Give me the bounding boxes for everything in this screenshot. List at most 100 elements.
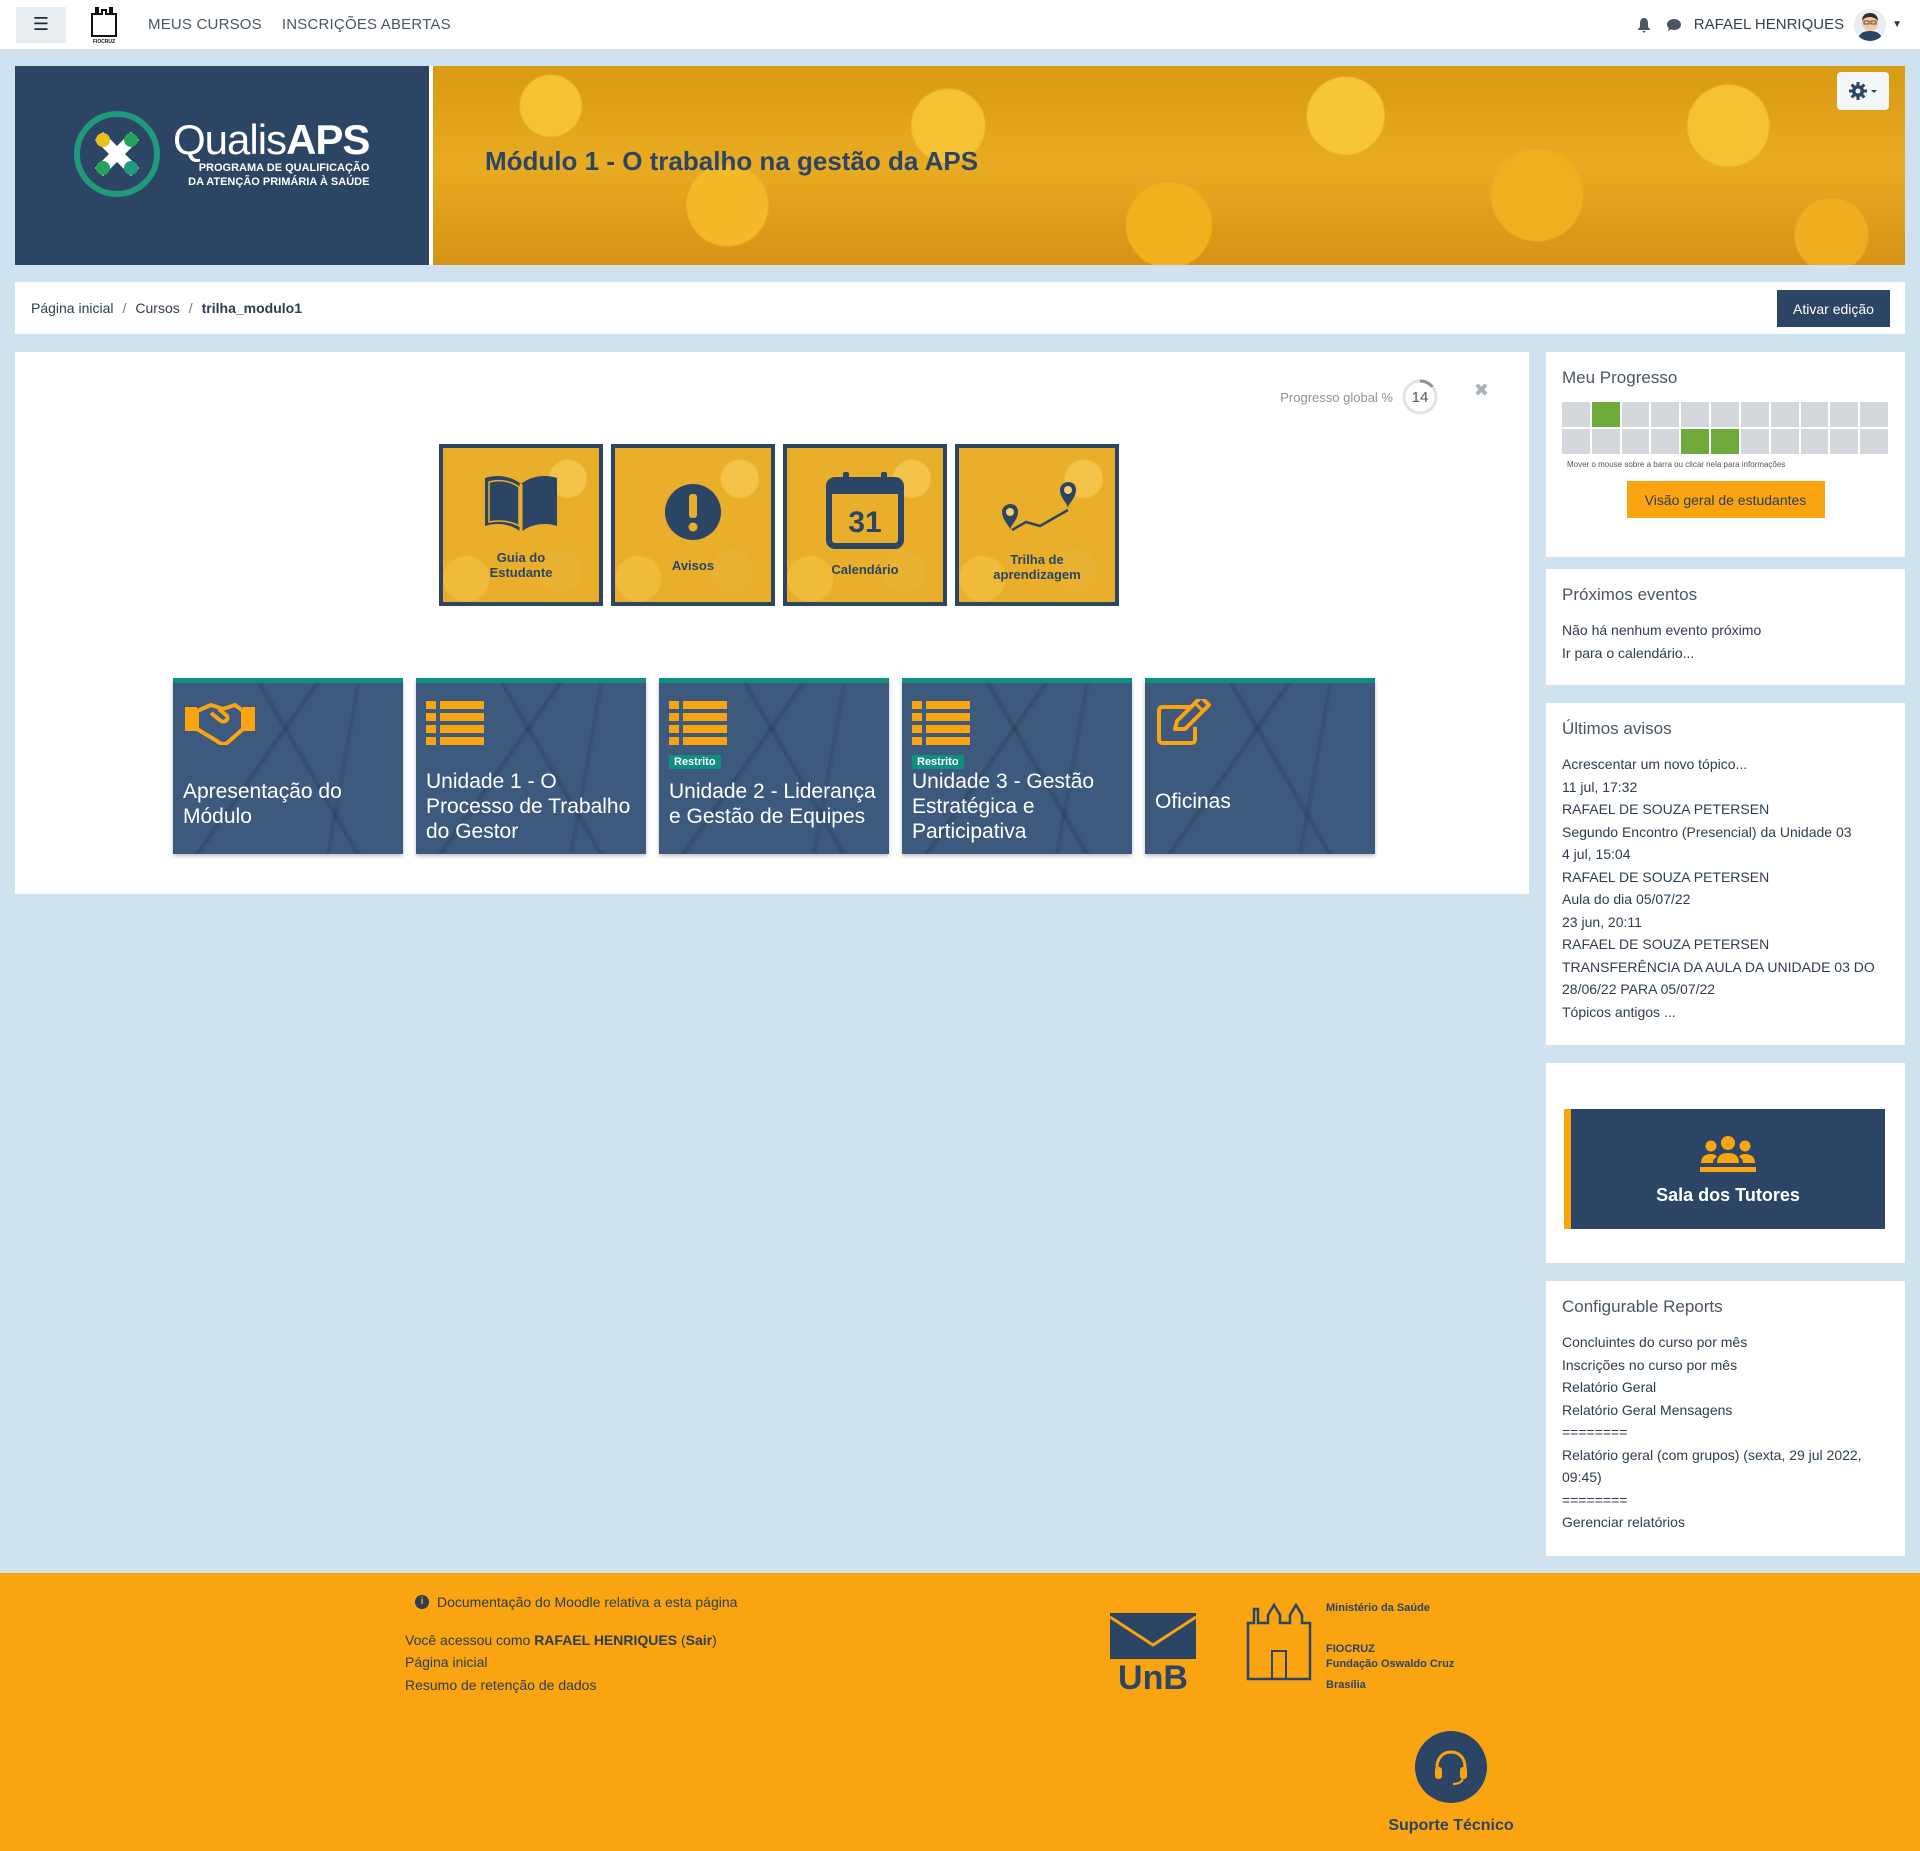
course-title: Módulo 1 - O trabalho na gestão da APS [485, 146, 979, 176]
fiocruz-logo[interactable]: FIOCRUZ [86, 4, 122, 46]
list-icon [426, 701, 484, 745]
user-name[interactable]: RAFAEL HENRIQUES [1694, 16, 1844, 33]
progress-cell[interactable] [1860, 429, 1888, 454]
report-link[interactable]: Relatório Geral Mensagens [1562, 1399, 1889, 1422]
report-link[interactable]: Concluintes do curso por mês [1562, 1331, 1889, 1354]
breadcrumb-current-course[interactable]: trilha_modulo1 [202, 300, 302, 316]
progress-cell[interactable] [1800, 402, 1829, 427]
progress-cell[interactable] [1562, 402, 1590, 427]
progress-ring: 14 [1401, 378, 1439, 416]
footer-home-link[interactable]: Página inicial [405, 1651, 737, 1674]
technical-support-link[interactable]: Suporte Técnico [1386, 1731, 1516, 1835]
block-title: Próximos eventos [1562, 585, 1698, 604]
report-link[interactable]: Inscrições no curso por mês [1562, 1354, 1889, 1377]
progress-cell[interactable] [1770, 429, 1799, 454]
data-retention-link[interactable]: Resumo de retenção de dados [405, 1674, 737, 1697]
info-icon: i [415, 1595, 429, 1610]
progress-cell[interactable] [1711, 429, 1739, 454]
progress-cell[interactable] [1681, 402, 1710, 427]
older-topics-link[interactable]: Tópicos antigos ... [1562, 1001, 1889, 1024]
breadcrumb-courses[interactable]: Cursos [135, 300, 179, 316]
topic-card-unit-1[interactable]: Unidade 1 - O Processo de Trabalho do Ge… [416, 678, 646, 854]
alert-icon [665, 484, 721, 540]
progress-cell[interactable] [1562, 429, 1590, 454]
qualis-aps-logo: QualisAPS PROGRAMA DE QUALIFICAÇÃO DA AT… [73, 110, 370, 198]
progress-cell[interactable] [1830, 429, 1859, 454]
tutors-room-label: Sala dos Tutores [1656, 1184, 1800, 1205]
user-menu: RAFAEL HENRIQUES ▼ [1622, 8, 1902, 41]
progress-hint: Mover o mouse sobre a barra ou clicar ne… [1567, 460, 1786, 469]
breadcrumb-home[interactable]: Página inicial [31, 300, 114, 316]
nav-link-my-courses[interactable]: MEUS CURSOS [148, 16, 262, 33]
progress-bar[interactable] [1562, 402, 1888, 454]
progress-cell[interactable] [1800, 429, 1829, 454]
breadcrumb-separator: / [188, 300, 193, 316]
news-link[interactable]: Segundo Encontro (Presencial) da Unidade… [1562, 821, 1889, 844]
block-my-progress: Meu Progresso Mover o mouse sobre a barr… [1546, 352, 1905, 557]
avatar[interactable] [1854, 8, 1887, 41]
progress-cell[interactable] [1591, 402, 1620, 427]
progress-cell[interactable] [1651, 429, 1680, 454]
course-topics: Apresentação do Módulo Unidade 1 - O Pro… [173, 678, 1388, 854]
report-divider: ======== [1562, 1491, 1628, 1508]
topic-card-workshops[interactable]: Oficinas [1145, 678, 1375, 854]
student-overview-button[interactable]: Visão geral de estudantes [1626, 481, 1825, 518]
news-link[interactable]: TRANSFERÊNCIA DA AULA DA UNIDADE 03 DO 2… [1562, 956, 1889, 1001]
handshake-icon [185, 703, 255, 745]
block-latest-news: Últimos avisos Acrescentar um novo tópic… [1546, 703, 1905, 1045]
unb-logo: UnB [1108, 1611, 1198, 1698]
progress-cell[interactable] [1651, 402, 1680, 427]
news-link[interactable]: Aula do dia 05/07/22 [1562, 888, 1889, 911]
progress-cell[interactable] [1621, 402, 1650, 427]
topic-card-presentation[interactable]: Apresentação do Módulo [173, 678, 403, 854]
progress-cell[interactable] [1740, 429, 1769, 454]
calendar-link[interactable]: Ir para o calendário... [1562, 642, 1889, 665]
gear-icon [1849, 82, 1877, 100]
progress-cell[interactable] [1740, 402, 1769, 427]
progress-cell[interactable] [1830, 402, 1859, 427]
logged-in-info: Você acessou como RAFAEL HENRIQUES (Sair… [405, 1631, 717, 1648]
global-progress: Progresso global % 14 [1280, 378, 1439, 416]
top-navbar: ☰ FIOCRUZ MEUS CURSOS INSCRIÇÕES ABERTAS… [0, 0, 1920, 50]
tile-learning-path[interactable]: Trilha de aprendizagem [955, 444, 1119, 606]
tile-notices[interactable]: Avisos [611, 444, 775, 606]
manage-reports-link[interactable]: Gerenciar relatórios [1562, 1511, 1889, 1534]
bell-icon[interactable] [1636, 17, 1652, 33]
report-link[interactable]: Relatório geral (com grupos) (sexta, 29 … [1562, 1444, 1889, 1489]
logout-link[interactable]: Sair [686, 1632, 712, 1648]
no-events-text: Não há nenhum evento próximo [1562, 622, 1762, 638]
breadcrumb: Página inicial / Cursos / trilha_modulo1… [15, 282, 1905, 334]
settings-menu-button[interactable] [1837, 72, 1889, 110]
add-topic-link[interactable]: Acrescentar um novo tópico... [1562, 753, 1889, 776]
enable-editing-button[interactable]: Ativar edição [1777, 290, 1890, 327]
chevron-down-icon[interactable]: ▼ [1892, 19, 1902, 30]
calendar-number: 31 [848, 506, 881, 539]
progress-cell[interactable] [1621, 429, 1650, 454]
topic-card-unit-2[interactable]: Restrito Unidade 2 - Liderança e Gestão … [659, 678, 889, 854]
progress-cell[interactable] [1770, 402, 1799, 427]
headset-icon [1435, 1750, 1467, 1785]
tutors-room-button[interactable]: Sala dos Tutores [1564, 1109, 1885, 1229]
news-author: RAFAEL DE SOUZA PETERSEN [1562, 801, 1770, 817]
nav-link-open-enrollments[interactable]: INSCRIÇÕES ABERTAS [282, 16, 451, 33]
report-link[interactable]: Relatório Geral [1562, 1376, 1889, 1399]
close-icon[interactable]: ✖ [1474, 380, 1489, 401]
progress-cell[interactable] [1681, 429, 1710, 454]
block-title: Últimos avisos [1562, 719, 1672, 738]
tile-student-guide[interactable]: Guia do Estudante [439, 444, 603, 606]
hamburger-icon[interactable]: ☰ [16, 6, 66, 43]
news-date: 23 jun, 20:11 [1562, 913, 1642, 930]
tile-calendar[interactable]: 31 Calendário [783, 444, 947, 606]
progress-cell[interactable] [1711, 402, 1739, 427]
progress-cell[interactable] [1860, 402, 1888, 427]
topic-card-unit-3[interactable]: Restrito Unidade 3 - Gestão Estratégica … [902, 678, 1132, 854]
breadcrumb-separator: / [122, 300, 127, 316]
chat-icon[interactable] [1666, 17, 1682, 33]
restricted-badge: Restrito [912, 755, 964, 769]
moodle-docs-link[interactable]: i Documentação do Moodle relativa a esta… [415, 1591, 737, 1614]
logged-in-user-link[interactable]: RAFAEL HENRIQUES [534, 1632, 677, 1648]
progress-cell[interactable] [1591, 429, 1620, 454]
global-progress-value: 14 [1411, 388, 1429, 406]
block-title: Configurable Reports [1562, 1297, 1723, 1316]
block-title: Meu Progresso [1562, 368, 1678, 387]
